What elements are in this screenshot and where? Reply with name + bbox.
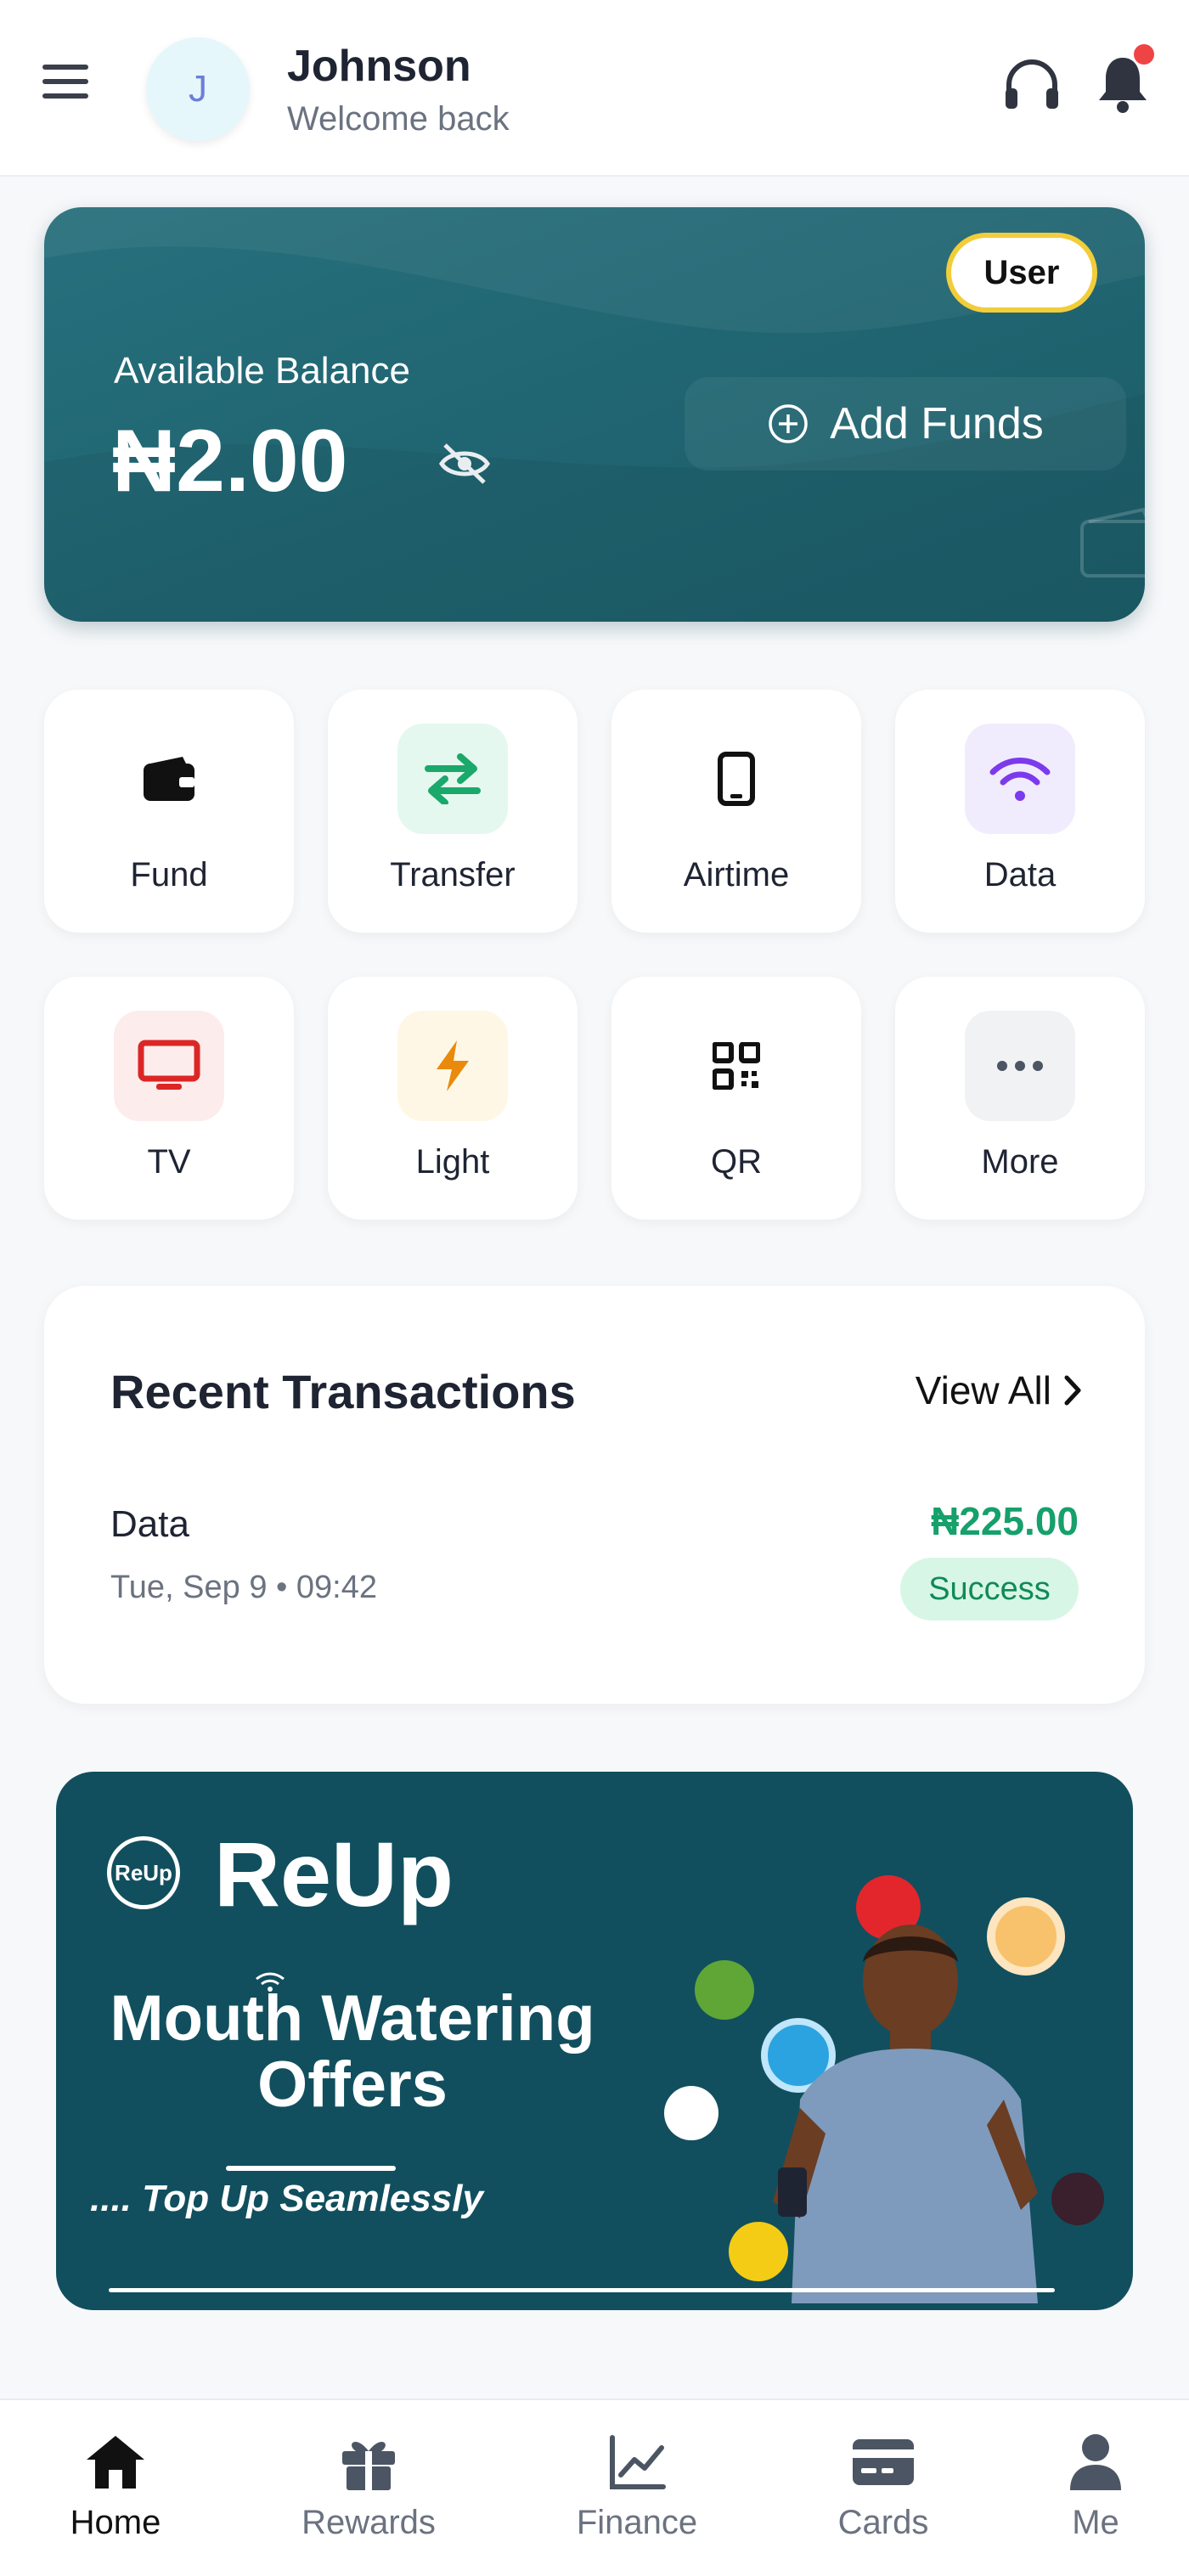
quick-action-label: Data [983,856,1057,893]
reup-logo: ReUp [107,1836,180,1909]
transaction-date: Tue, Sep 9 • 09:42 [110,1570,378,1605]
nav-label: Cards [837,2504,929,2541]
tv-icon [114,1011,224,1121]
view-all-link[interactable]: View All [916,1367,1082,1413]
promo-banner[interactable]: ReUp ReUp Mouth Watering Offers .... Top… [56,1772,1133,2310]
quick-action-label: Fund [130,856,208,893]
chevron-right-icon [1064,1375,1081,1406]
nav-label: Home [70,2504,161,2541]
add-funds-label: Add Funds [830,399,1044,448]
user-icon [1070,2434,1121,2490]
gift-icon [342,2442,395,2490]
home-icon [87,2436,144,2489]
phone-icon [681,724,792,834]
bottom-navigation: Home Rewards Finance Cards Me [0,2398,1189,2576]
promo-headline: Mouth Watering Offers [93,1986,611,2118]
wallet-icon [114,724,224,834]
balance-amount: ₦2.00 [112,412,348,510]
qr-code-icon [681,1011,792,1121]
quick-action-data[interactable]: Data [895,690,1145,933]
user-name: Johnson [287,42,471,91]
avatar[interactable]: J [146,37,250,141]
balance-label: Available Balance [114,350,410,392]
quick-action-label: Transfer [390,856,516,893]
status-badge: Success [900,1558,1079,1621]
quick-action-light[interactable]: Light [328,977,578,1220]
nav-label: Rewards [301,2504,436,2541]
nav-item-me[interactable]: Me [1002,2432,1189,2542]
welcome-text: Welcome back [287,100,510,138]
quick-action-fund[interactable]: Fund [44,690,294,933]
role-badge: User [946,233,1097,313]
brand-logo-icon [664,2086,718,2140]
nav-item-finance[interactable]: Finance [544,2432,730,2542]
quick-action-label: More [981,1143,1059,1181]
eye-off-icon[interactable] [438,442,491,486]
headset-support-icon[interactable] [1002,58,1062,112]
promo-progress-line [109,2288,1055,2292]
notification-badge-dot [1134,44,1154,65]
quick-action-tv[interactable]: TV [44,977,294,1220]
promo-headline-line2: Offers [257,2049,448,2121]
quick-action-label: Light [415,1143,490,1181]
quick-action-transfer[interactable]: Transfer [328,690,578,933]
app-header: J Johnson Welcome back [0,0,1189,177]
section-title: Recent Transactions [110,1365,576,1418]
wallet-outline-icon [1080,507,1145,578]
promo-tagline: .... Top Up Seamlessly [90,2178,483,2219]
lightning-icon [397,1011,508,1121]
nav-label: Me [1072,2504,1119,2541]
quick-action-label: QR [711,1143,762,1181]
nav-label: Finance [576,2504,698,2541]
person-with-phone-illustration [773,1925,1038,2303]
hamburger-menu-icon[interactable] [42,65,88,105]
quick-action-qr[interactable]: QR [611,977,861,1220]
quick-action-airtime[interactable]: Airtime [611,690,861,933]
quick-action-label: TV [147,1143,191,1181]
nav-item-cards[interactable]: Cards [790,2432,977,2542]
transaction-name: Data [110,1503,189,1545]
nav-item-home[interactable]: Home [22,2432,209,2542]
view-all-label: View All [915,1368,1051,1412]
promo-brand: ReUp [214,1823,454,1925]
recent-transactions-card: Recent Transactions View All Data Tue, S… [44,1286,1145,1704]
balance-card: User Available Balance ₦2.00 Add Funds [44,207,1145,622]
card-logo-icon [1051,2173,1104,2225]
nav-item-rewards[interactable]: Rewards [275,2432,462,2542]
credit-card-icon [853,2439,914,2485]
promo-headline-line1: Mouth Watering [110,1982,595,2055]
quick-action-label: Airtime [683,856,790,893]
add-funds-button[interactable]: Add Funds [685,377,1126,471]
transaction-amount: ₦225.00 [931,1499,1079,1543]
more-dots-icon [965,1011,1075,1121]
wifi-icon [965,724,1075,834]
chart-line-icon [610,2435,666,2489]
glo-logo-icon [695,1960,754,2020]
transfer-arrows-icon [397,724,508,834]
promo-divider [226,2166,396,2171]
plus-circle-icon [769,404,808,443]
quick-action-more[interactable]: More [895,977,1145,1220]
